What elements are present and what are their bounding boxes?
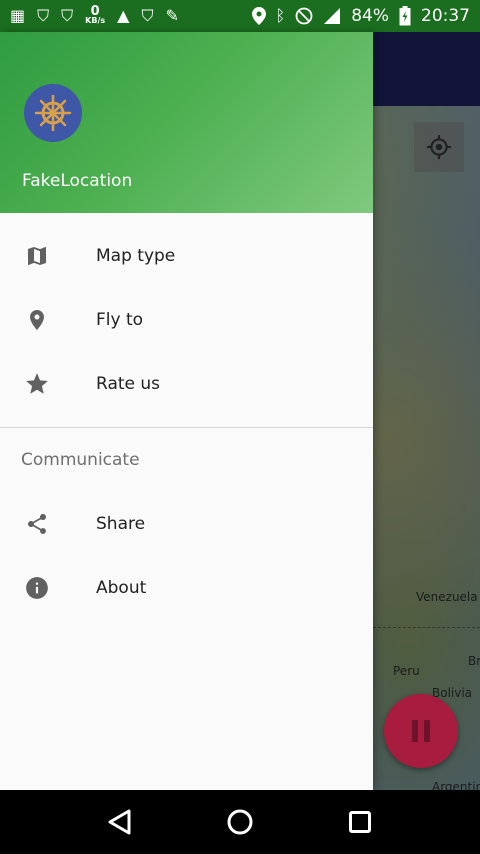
- clock: 20:37: [421, 6, 470, 26]
- menu-item-fly-to[interactable]: Fly to: [0, 288, 373, 352]
- navigation-drawer: FakeLocation Map type Fly to Rate us Com…: [0, 32, 373, 790]
- map-icon: [24, 243, 50, 269]
- network-speed: 0 KB/s: [85, 4, 106, 25]
- location-pin-icon: [24, 307, 50, 333]
- shield-icon: ⛉: [141, 6, 154, 25]
- menu-item-share[interactable]: Share: [0, 492, 373, 556]
- navigation-bar: [0, 790, 480, 854]
- drawer-menu: Map type Fly to Rate us: [0, 213, 373, 416]
- battery-icon: [399, 6, 411, 26]
- pause-button[interactable]: [384, 694, 458, 768]
- location-icon: [251, 7, 266, 25]
- ship-wheel-icon: [34, 94, 72, 132]
- back-icon: [108, 809, 131, 835]
- shield-icon: ⛉: [37, 6, 50, 25]
- battery-percent: 84%: [351, 6, 389, 26]
- cleaner-icon: ✎: [165, 6, 179, 25]
- status-bar: ▦ ⛉ ⛉ 0 KB/s ▲ ⛉ ✎ ᛒ 84% 20:37: [0, 0, 480, 32]
- menu-item-about[interactable]: About: [0, 556, 373, 620]
- communicate-menu: Share About: [0, 492, 373, 620]
- recents-icon: [349, 811, 371, 833]
- app-logo: [24, 84, 82, 142]
- pause-icon-bar: [412, 720, 418, 742]
- warning-icon: ▲: [117, 6, 130, 25]
- recents-button[interactable]: [340, 802, 380, 842]
- bluetooth-icon: ᛒ: [275, 6, 286, 25]
- menu-item-label: Rate us: [96, 374, 161, 394]
- menu-item-label: Fly to: [96, 310, 144, 330]
- star-icon: [24, 371, 50, 397]
- section-title-communicate: Communicate: [21, 450, 140, 470]
- menu-item-label: Map type: [96, 246, 176, 266]
- menu-item-rate-us[interactable]: Rate us: [0, 352, 373, 416]
- info-icon: [24, 575, 50, 601]
- share-icon: [24, 511, 50, 537]
- app-name: FakeLocation: [22, 171, 133, 191]
- drawer-header: FakeLocation: [0, 32, 373, 213]
- mute-icon: [295, 7, 313, 25]
- menu-item-label: Share: [96, 514, 146, 534]
- pause-icon-bar: [424, 720, 430, 742]
- signal-icon: [324, 8, 341, 24]
- menu-item-label: About: [96, 578, 147, 598]
- keyboard-icon: ▦: [10, 6, 26, 25]
- menu-item-map-type[interactable]: Map type: [0, 224, 373, 288]
- back-button[interactable]: [100, 802, 140, 842]
- home-button[interactable]: [220, 802, 260, 842]
- home-icon: [227, 809, 253, 835]
- shield-icon: ⛉: [61, 6, 74, 25]
